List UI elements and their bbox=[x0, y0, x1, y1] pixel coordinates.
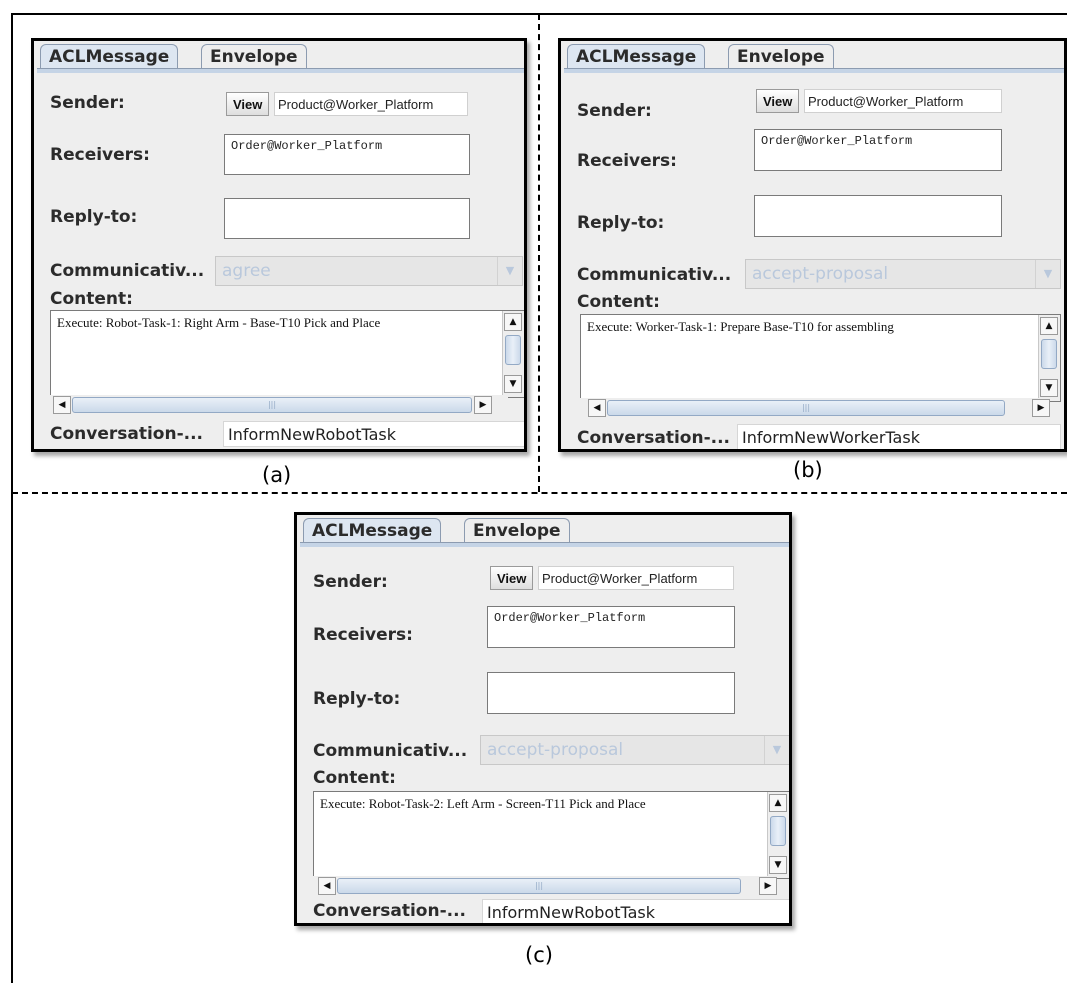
scroll-down-icon[interactable]: ▼ bbox=[769, 856, 787, 874]
receivers-field[interactable]: Order@Worker_Platform bbox=[754, 129, 1002, 171]
scroll-up-icon[interactable]: ▲ bbox=[769, 794, 787, 812]
sender-field[interactable]: Product@Worker_Platform bbox=[804, 89, 1002, 113]
vertical-scrollbar[interactable]: ▲ ▼ bbox=[767, 792, 789, 878]
horizontal-scrollbar[interactable]: ◀ ||| ▶ bbox=[313, 876, 777, 897]
vertical-scrollbar[interactable]: ▲ ▼ bbox=[502, 311, 524, 397]
scroll-right-icon[interactable]: ▶ bbox=[759, 877, 777, 895]
conversation-id-field[interactable]: InformNewWorkerTask bbox=[737, 424, 1061, 449]
scroll-down-icon[interactable]: ▼ bbox=[504, 375, 522, 393]
content-textarea[interactable]: Execute: Worker-Task-1: Prepare Base-T10… bbox=[580, 314, 1061, 402]
scroll-thumb[interactable] bbox=[770, 816, 786, 846]
tab-envelope[interactable]: Envelope bbox=[201, 44, 307, 68]
caption-b: (b) bbox=[793, 458, 823, 482]
receivers-label: Receivers: bbox=[50, 145, 150, 165]
scroll-down-icon[interactable]: ▼ bbox=[1040, 379, 1058, 397]
vertical-divider bbox=[538, 14, 540, 492]
sender-field[interactable]: Product@Worker_Platform bbox=[538, 566, 734, 590]
content-text: Execute: Worker-Task-1: Prepare Base-T10… bbox=[587, 319, 894, 334]
receivers-label: Receivers: bbox=[577, 151, 677, 171]
chevron-down-icon[interactable]: ▼ bbox=[1035, 260, 1060, 288]
horizontal-scrollbar[interactable]: ◀ ||| ▶ bbox=[580, 398, 1050, 419]
communicative-label: Communicativ... bbox=[313, 741, 468, 761]
chevron-down-icon[interactable]: ▼ bbox=[497, 257, 522, 285]
content-text: Execute: Robot-Task-2: Left Arm - Screen… bbox=[320, 796, 646, 811]
tab-aclmessage[interactable]: ACLMessage bbox=[567, 44, 706, 68]
communicative-select[interactable]: accept-proposal ▼ bbox=[745, 259, 1061, 289]
sender-label: Sender: bbox=[313, 572, 388, 592]
content-text: Execute: Robot-Task-1: Right Arm - Base-… bbox=[57, 315, 381, 330]
view-button[interactable]: View bbox=[490, 566, 534, 590]
tab-envelope[interactable]: Envelope bbox=[464, 518, 570, 542]
content-label: Content: bbox=[577, 292, 660, 312]
scroll-left-icon[interactable]: ◀ bbox=[53, 396, 71, 414]
caption-c: (c) bbox=[525, 943, 553, 967]
horizontal-scrollbar[interactable]: ◀ ||| ▶ bbox=[50, 395, 508, 416]
content-label: Content: bbox=[50, 289, 133, 309]
horizontal-scroll-thumb[interactable]: ||| bbox=[72, 397, 472, 413]
receivers-field[interactable]: Order@Worker_Platform bbox=[487, 606, 735, 648]
view-button[interactable]: View bbox=[226, 92, 270, 116]
content-textarea[interactable]: Execute: Robot-Task-1: Right Arm - Base-… bbox=[50, 310, 524, 398]
communicative-value: agree bbox=[222, 261, 271, 281]
sender-label: Sender: bbox=[577, 101, 652, 121]
horizontal-scroll-thumb[interactable]: ||| bbox=[607, 400, 1005, 416]
acl-message-panel-a: ACLMessage Envelope Sender: View Product… bbox=[31, 38, 527, 452]
scroll-thumb[interactable] bbox=[505, 335, 521, 365]
tab-aclmessage[interactable]: ACLMessage bbox=[40, 44, 179, 68]
scroll-left-icon[interactable]: ◀ bbox=[588, 399, 606, 417]
scroll-up-icon[interactable]: ▲ bbox=[1040, 317, 1058, 335]
conversation-label: Conversation-... bbox=[313, 901, 467, 921]
vertical-scrollbar[interactable]: ▲ ▼ bbox=[1038, 315, 1060, 401]
tab-rule bbox=[37, 68, 524, 73]
tab-rule bbox=[564, 68, 1064, 73]
receivers-label: Receivers: bbox=[313, 625, 413, 645]
reply-to-field[interactable] bbox=[487, 672, 735, 714]
scroll-left-icon[interactable]: ◀ bbox=[318, 877, 336, 895]
horizontal-scroll-thumb[interactable]: ||| bbox=[337, 878, 741, 894]
view-button[interactable]: View bbox=[756, 89, 800, 113]
acl-message-panel-c: ACLMessage Envelope Sender: View Product… bbox=[294, 512, 792, 926]
reply-to-label: Reply-to: bbox=[50, 207, 138, 227]
communicative-value: accept-proposal bbox=[487, 740, 624, 760]
conversation-label: Conversation-... bbox=[50, 424, 204, 444]
content-textarea[interactable]: Execute: Robot-Task-2: Left Arm - Screen… bbox=[313, 791, 789, 879]
communicative-label: Communicativ... bbox=[577, 265, 732, 285]
receivers-field[interactable]: Order@Worker_Platform bbox=[224, 134, 470, 175]
sender-field[interactable]: Product@Worker_Platform bbox=[274, 92, 468, 116]
reply-to-label: Reply-to: bbox=[577, 213, 665, 233]
reply-to-field[interactable] bbox=[754, 195, 1002, 237]
tab-aclmessage[interactable]: ACLMessage bbox=[303, 518, 442, 542]
conversation-id-field[interactable]: InformNewRobotTask bbox=[223, 421, 524, 447]
communicative-label: Communicativ... bbox=[50, 261, 205, 281]
conversation-id-field[interactable]: InformNewRobotTask bbox=[482, 899, 789, 923]
scroll-thumb[interactable] bbox=[1041, 339, 1057, 369]
sender-label: Sender: bbox=[50, 93, 125, 113]
reply-to-label: Reply-to: bbox=[313, 689, 401, 709]
communicative-value: accept-proposal bbox=[752, 264, 889, 284]
communicative-select[interactable]: agree ▼ bbox=[215, 256, 523, 286]
scroll-right-icon[interactable]: ▶ bbox=[1032, 399, 1050, 417]
chevron-down-icon[interactable]: ▼ bbox=[764, 736, 789, 764]
scroll-right-icon[interactable]: ▶ bbox=[474, 396, 492, 414]
conversation-label: Conversation-... bbox=[577, 428, 731, 448]
communicative-select[interactable]: accept-proposal ▼ bbox=[480, 735, 789, 765]
tab-envelope[interactable]: Envelope bbox=[728, 44, 834, 68]
scroll-up-icon[interactable]: ▲ bbox=[504, 313, 522, 331]
acl-message-panel-b: ACLMessage Envelope Sender: View Product… bbox=[558, 38, 1067, 452]
tab-rule bbox=[300, 542, 789, 547]
caption-a: (a) bbox=[262, 463, 292, 487]
reply-to-field[interactable] bbox=[224, 198, 470, 239]
content-label: Content: bbox=[313, 768, 396, 788]
horizontal-divider bbox=[12, 492, 1067, 494]
